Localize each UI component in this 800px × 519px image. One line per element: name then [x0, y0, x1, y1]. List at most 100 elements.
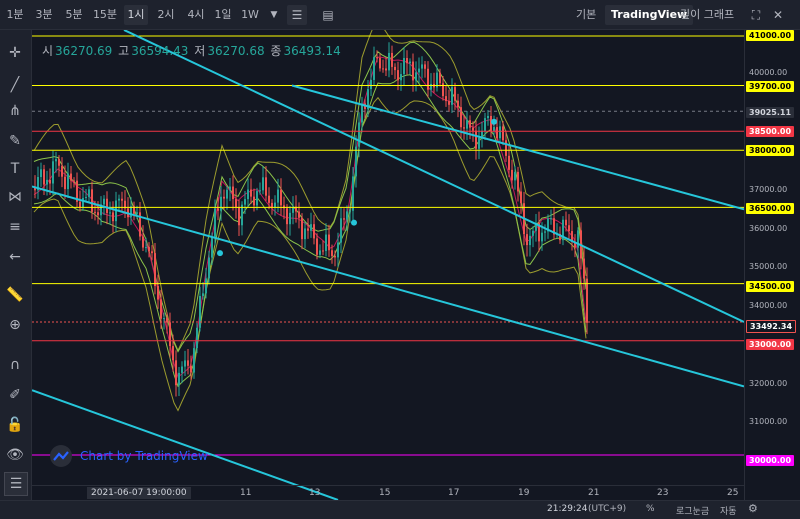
- zoom-in-icon[interactable]: ⊕: [4, 314, 26, 336]
- time-label: 11: [240, 488, 252, 498]
- price-tag-38000: 38000.00: [746, 145, 795, 156]
- timeframe-3m[interactable]: 3분: [32, 5, 56, 25]
- brush-icon[interactable]: ✎: [4, 130, 26, 152]
- candle-body: [328, 234, 330, 251]
- candle-body: [439, 72, 441, 84]
- inner-band-upper: [33, 41, 587, 353]
- candle-body: [70, 173, 72, 181]
- candle-body: [382, 68, 384, 70]
- candle-body: [109, 212, 111, 214]
- candle-body: [454, 87, 456, 101]
- candle-body: [583, 258, 585, 279]
- price-scale[interactable]: 40000.00 37000.00 36000.00 35000.00 3400…: [744, 30, 800, 500]
- crosshair-icon[interactable]: ✛: [4, 42, 26, 64]
- indicator-settings-icon[interactable]: ☰: [287, 5, 307, 25]
- basic-chart-button[interactable]: 기본: [576, 5, 596, 25]
- candle-body: [493, 127, 495, 131]
- ruler-icon[interactable]: 📏: [4, 284, 26, 306]
- candle-body: [235, 199, 237, 208]
- depth-chart-button[interactable]: 깊이 그래프: [680, 5, 734, 25]
- settings-gear-icon[interactable]: ⚙: [748, 502, 758, 515]
- text-icon[interactable]: T: [4, 158, 26, 180]
- timeframe-1h[interactable]: 1시: [124, 5, 148, 25]
- clock-time[interactable]: 21:29:24: [547, 504, 587, 514]
- candle-body: [310, 224, 312, 231]
- fib-icon[interactable]: ≡: [4, 216, 26, 238]
- candle-body: [259, 190, 261, 192]
- candle-body: [43, 169, 45, 185]
- eye-icon[interactable]: 👁: [4, 444, 26, 466]
- candle-body: [484, 118, 486, 132]
- candle-body: [163, 318, 165, 320]
- candle-body: [112, 212, 114, 222]
- pattern-icon[interactable]: ⋈: [4, 186, 26, 208]
- fullscreen-icon[interactable]: ⛶: [746, 5, 766, 25]
- timezone[interactable]: (UTC+9): [588, 504, 626, 514]
- object-tree-icon[interactable]: ☰: [4, 472, 28, 496]
- candle-body: [232, 186, 234, 200]
- percent-scale-button[interactable]: %: [646, 504, 655, 514]
- auto-scale-button[interactable]: 자동: [720, 504, 737, 517]
- timeframe-4h[interactable]: 4시: [184, 5, 208, 25]
- price-tag-33492: 33492.34: [746, 320, 797, 333]
- timeframe-1w[interactable]: 1W: [238, 5, 262, 25]
- candle-body: [460, 107, 462, 128]
- chart-pane[interactable]: 시 36270.69 고 36594.43 저 36270.68 종 36493.14 …: [31, 19, 745, 501]
- candle-body: [355, 146, 357, 177]
- timeframe-15m[interactable]: 15분: [92, 5, 118, 25]
- candle-body: [193, 348, 195, 373]
- timeframe-1m[interactable]: 1분: [4, 5, 26, 25]
- pitchfork-icon[interactable]: ⋔: [4, 100, 26, 122]
- lock-drawing-icon[interactable]: ✐: [4, 384, 26, 406]
- price-tag-34500: 34500.00: [746, 281, 795, 292]
- log-scale-button[interactable]: 로그눈금: [676, 504, 709, 517]
- candle-body: [529, 235, 531, 246]
- tradingview-watermark[interactable]: Chart by TradingView: [50, 445, 208, 467]
- candle-body: [361, 103, 363, 123]
- timeframe-2h[interactable]: 2시: [154, 5, 178, 25]
- candle-body: [409, 61, 411, 64]
- candle-body: [151, 251, 153, 254]
- timeframe-1d[interactable]: 1일: [212, 5, 234, 25]
- candle-body: [175, 360, 177, 386]
- time-scale[interactable]: 2021-06-07 19:00:00 11 13 15 17 19 21 23…: [32, 485, 744, 500]
- candle-body: [94, 211, 96, 213]
- timeframe-5m[interactable]: 5분: [62, 5, 86, 25]
- candle-body: [565, 219, 567, 226]
- indicators-icon[interactable]: ▤: [318, 5, 338, 25]
- price-tag-38500: 38500.00: [746, 126, 795, 137]
- low-label: 저: [194, 44, 206, 58]
- chevron-down-icon[interactable]: ▼: [264, 5, 284, 25]
- close-value: 36493.14: [283, 44, 341, 58]
- price-label: 34000.00: [749, 301, 788, 310]
- time-label: 17: [448, 488, 460, 498]
- open-value: 36270.69: [55, 44, 113, 58]
- upper-band: [33, 19, 587, 352]
- back-arrow-icon[interactable]: ←: [4, 246, 26, 268]
- trend-line-icon[interactable]: ╱: [4, 74, 26, 96]
- candle-body: [304, 228, 306, 240]
- candle-body: [49, 179, 51, 184]
- candle-body: [136, 212, 138, 214]
- high-label: 고: [118, 44, 130, 58]
- candle-body: [517, 171, 519, 192]
- close-icon[interactable]: ✕: [768, 5, 788, 25]
- high-value: 36594.43: [131, 44, 189, 58]
- candle-body: [88, 189, 90, 197]
- ohlc-legend: 시 36270.69 고 36594.43 저 36270.68 종 36493.14: [42, 42, 343, 59]
- candle-body: [586, 278, 588, 323]
- candle-body: [499, 126, 501, 139]
- lock-icon[interactable]: 🔓: [4, 414, 26, 436]
- price-label: 35000.00: [749, 262, 788, 271]
- candle-body: [280, 189, 282, 206]
- price-tag-30000: 30000.00: [746, 455, 795, 466]
- price-tag-39700: 39700.00: [746, 81, 795, 92]
- candle-body: [262, 177, 264, 191]
- chart-canvas[interactable]: [31, 19, 745, 501]
- candle-body: [67, 173, 69, 190]
- candle-body: [334, 255, 336, 258]
- candle-body: [544, 231, 546, 233]
- price-tag-39025: 39025.11: [746, 107, 795, 118]
- magnet-icon[interactable]: ∩: [4, 354, 26, 376]
- candle-body: [118, 198, 120, 201]
